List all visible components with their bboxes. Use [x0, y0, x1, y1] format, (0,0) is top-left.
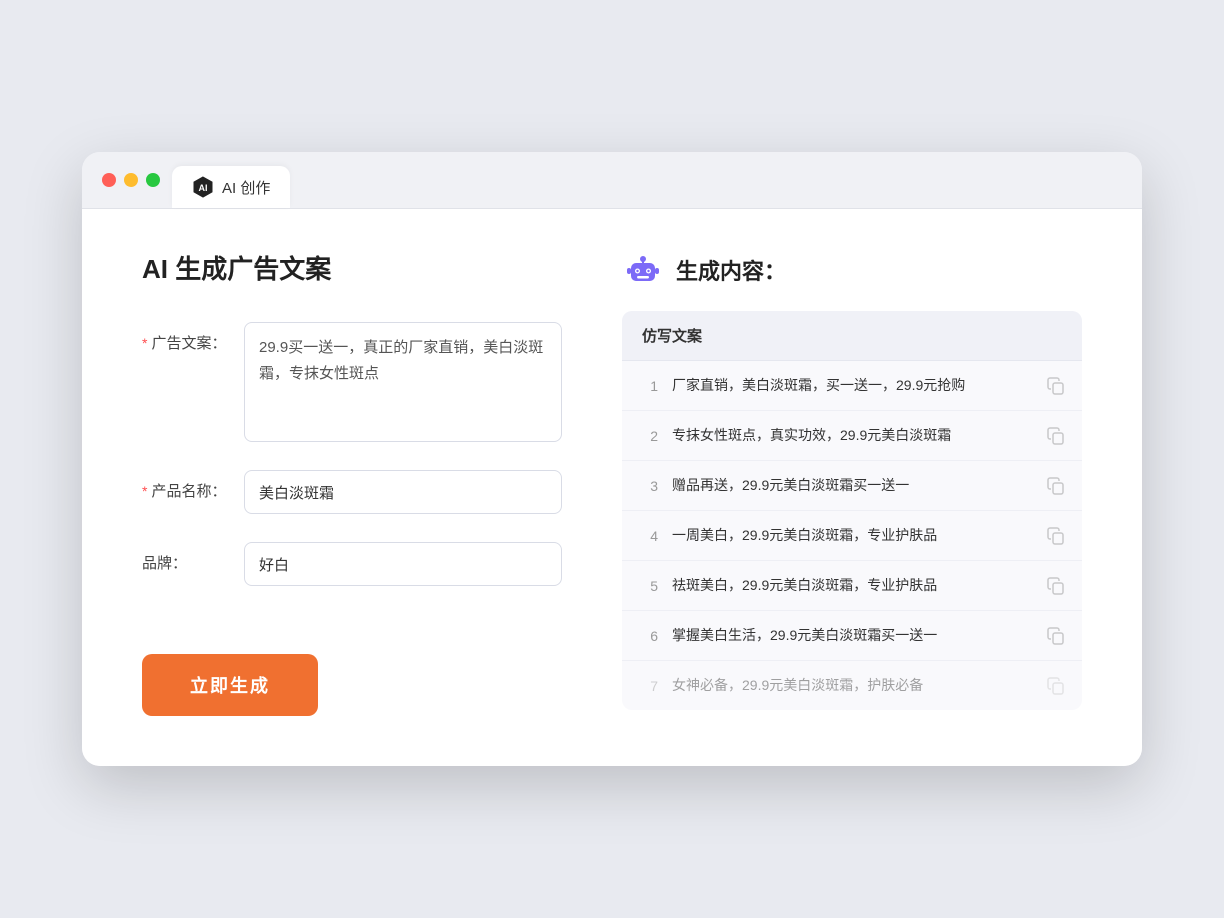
- result-num: 4: [638, 528, 658, 544]
- ad-copy-label: * 广告文案：: [142, 322, 232, 353]
- result-text: 赠品再送，29.9元美白淡斑霜买一送一: [672, 475, 1032, 496]
- result-text: 专抹女性斑点，真实功效，29.9元美白淡斑霜: [672, 425, 1032, 446]
- left-panel: AI 生成广告文案 * 广告文案： 29.9买一送一，真正的厂家直销，美白淡斑霜…: [142, 249, 562, 716]
- result-num: 2: [638, 428, 658, 444]
- result-row: 5 祛斑美白，29.9元美白淡斑霜，专业护肤品: [622, 561, 1082, 611]
- copy-icon[interactable]: [1046, 676, 1066, 696]
- copy-icon[interactable]: [1046, 476, 1066, 496]
- brand-label: 品牌：: [142, 542, 232, 573]
- right-title: 生成内容：: [676, 254, 786, 286]
- result-row: 2 专抹女性斑点，真实功效，29.9元美白淡斑霜: [622, 411, 1082, 461]
- result-table-header: 仿写文案: [622, 311, 1082, 361]
- right-panel: 生成内容： 仿写文案 1 厂家直销，美白淡斑霜，买一送一，29.9元抢购 2 专…: [622, 249, 1082, 716]
- copy-icon[interactable]: [1046, 376, 1066, 396]
- maximize-button[interactable]: [146, 173, 160, 187]
- product-name-input[interactable]: [244, 470, 562, 514]
- result-text: 厂家直销，美白淡斑霜，买一送一，29.9元抢购: [672, 375, 1032, 396]
- product-name-required-star: *: [142, 483, 147, 499]
- robot-icon: [622, 249, 664, 291]
- result-row: 6 掌握美白生活，29.9元美白淡斑霜买一送一: [622, 611, 1082, 661]
- ai-tab-icon: AI: [192, 176, 214, 198]
- brand-row: 品牌：: [142, 542, 562, 586]
- result-row: 3 赠品再送，29.9元美白淡斑霜买一送一: [622, 461, 1082, 511]
- result-text: 祛斑美白，29.9元美白淡斑霜，专业护肤品: [672, 575, 1032, 596]
- result-text: 女神必备，29.9元美白淡斑霜，护肤必备: [672, 675, 1032, 696]
- tab-label: AI 创作: [222, 177, 270, 198]
- copy-icon[interactable]: [1046, 576, 1066, 596]
- result-rows-container: 1 厂家直销，美白淡斑霜，买一送一，29.9元抢购 2 专抹女性斑点，真实功效，…: [622, 361, 1082, 710]
- brand-input[interactable]: [244, 542, 562, 586]
- ad-copy-row: * 广告文案： 29.9买一送一，真正的厂家直销，美白淡斑霜，专抹女性斑点: [142, 322, 562, 442]
- result-num: 6: [638, 628, 658, 644]
- result-row: 4 一周美白，29.9元美白淡斑霜，专业护肤品: [622, 511, 1082, 561]
- close-button[interactable]: [102, 173, 116, 187]
- result-row: 7 女神必备，29.9元美白淡斑霜，护肤必备: [622, 661, 1082, 710]
- copy-icon[interactable]: [1046, 626, 1066, 646]
- result-num: 1: [638, 378, 658, 394]
- browser-window: AI AI 创作 AI 生成广告文案 * 广告文案： 29.9买一送一，真正的厂…: [82, 152, 1142, 766]
- svg-text:AI: AI: [199, 183, 208, 193]
- product-name-row: * 产品名称：: [142, 470, 562, 514]
- right-header: 生成内容：: [622, 249, 1082, 291]
- result-row: 1 厂家直销，美白淡斑霜，买一送一，29.9元抢购: [622, 361, 1082, 411]
- result-num: 5: [638, 578, 658, 594]
- generate-button[interactable]: 立即生成: [142, 654, 318, 716]
- ad-copy-required-star: *: [142, 335, 147, 351]
- product-name-label: * 产品名称：: [142, 470, 232, 501]
- traffic-lights: [102, 173, 160, 187]
- minimize-button[interactable]: [124, 173, 138, 187]
- ai-tab[interactable]: AI AI 创作: [172, 166, 290, 208]
- browser-content: AI 生成广告文案 * 广告文案： 29.9买一送一，真正的厂家直销，美白淡斑霜…: [82, 209, 1142, 766]
- result-text: 一周美白，29.9元美白淡斑霜，专业护肤品: [672, 525, 1032, 546]
- copy-icon[interactable]: [1046, 526, 1066, 546]
- result-num: 7: [638, 678, 658, 694]
- copy-icon[interactable]: [1046, 426, 1066, 446]
- result-num: 3: [638, 478, 658, 494]
- result-text: 掌握美白生活，29.9元美白淡斑霜买一送一: [672, 625, 1032, 646]
- ad-copy-input[interactable]: 29.9买一送一，真正的厂家直销，美白淡斑霜，专抹女性斑点: [244, 322, 562, 442]
- result-table: 仿写文案 1 厂家直销，美白淡斑霜，买一送一，29.9元抢购 2 专抹女性斑点，…: [622, 311, 1082, 710]
- page-title: AI 生成广告文案: [142, 249, 562, 286]
- titlebar: AI AI 创作: [82, 152, 1142, 209]
